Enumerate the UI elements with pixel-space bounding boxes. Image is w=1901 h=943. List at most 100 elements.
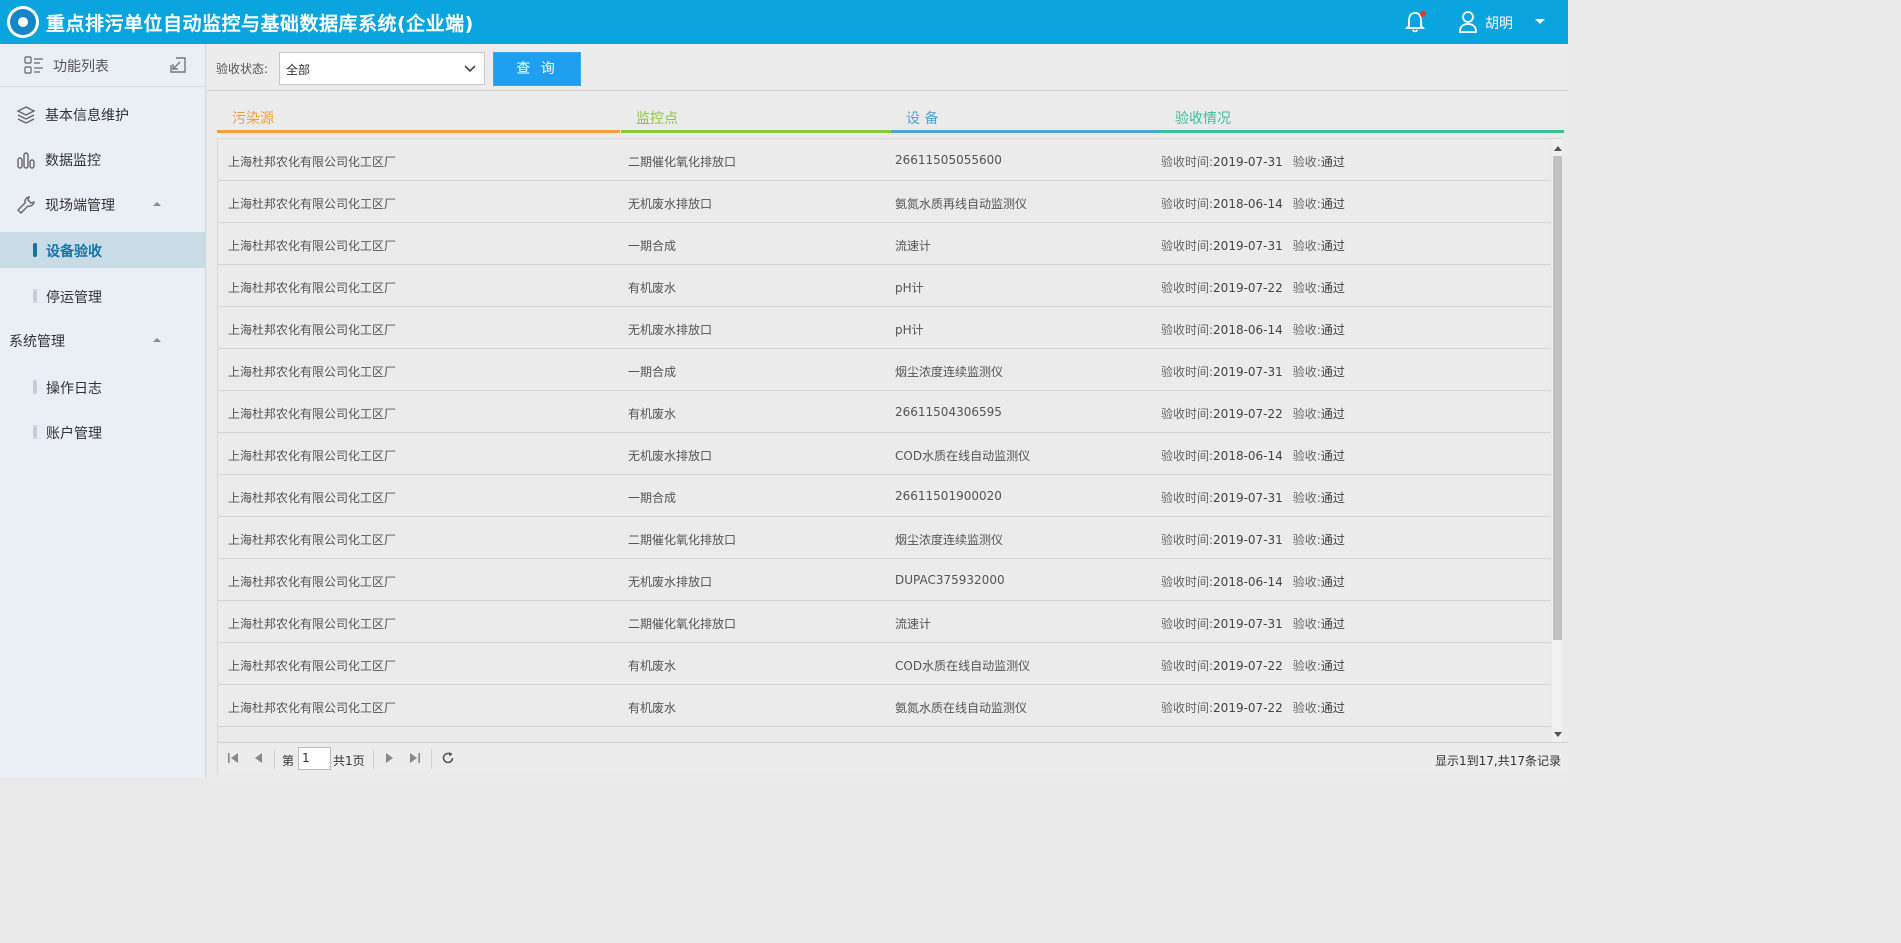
- table-row[interactable]: 上海杜邦农化有限公司化工区厂 无机废水排放口 COD水质在线自动监测仪 验收时间:20…: [218, 433, 1551, 475]
- column-header-label: 污染源: [232, 111, 274, 127]
- acceptance-status: 通过: [1320, 365, 1345, 379]
- sidebar-subitem-label: 操作日志: [46, 381, 102, 397]
- column-underline: [891, 130, 1160, 133]
- query-button[interactable]: 查 询: [493, 52, 581, 86]
- acceptance-time-label: 验收时间:: [1161, 281, 1214, 295]
- cell-acceptance: 验收时间:2019-07-22 验收:通过: [1161, 657, 1345, 674]
- bar-chart-icon: [16, 150, 36, 170]
- sidebar-item-outage-management[interactable]: 停运管理: [0, 278, 206, 314]
- first-page-icon[interactable]: [226, 751, 240, 765]
- cell-source: 上海杜邦农化有限公司化工区厂: [228, 617, 397, 631]
- column-header-device[interactable]: 设 备: [891, 103, 1160, 133]
- sidebar-item-operation-log[interactable]: 操作日志: [0, 369, 206, 405]
- acceptance-status: 通过: [1320, 407, 1345, 421]
- table-row[interactable]: 上海杜邦农化有限公司化工区厂 有机废水 26611504306595 验收时间:201…: [218, 391, 1551, 433]
- cell-device: 氨氮水质在线自动监测仪: [895, 701, 1028, 715]
- cell-source: 上海杜邦农化有限公司化工区厂: [228, 281, 397, 295]
- cell-device: 26611501900020: [895, 489, 1002, 503]
- acceptance-time-label: 验收时间:: [1161, 617, 1214, 631]
- refresh-icon[interactable]: [441, 751, 455, 765]
- item-indicator: [33, 289, 37, 303]
- acceptance-status: 通过: [1320, 323, 1345, 337]
- table-row[interactable]: 上海杜邦农化有限公司化工区厂 一期合成 流速计 验收时间:2019-07-31 验收:通…: [218, 223, 1551, 265]
- acceptance-status: 通过: [1320, 281, 1345, 295]
- item-indicator: [33, 425, 37, 439]
- acceptance-time-label: 验收时间:: [1161, 155, 1214, 169]
- column-header-acceptance[interactable]: 验收情况: [1160, 103, 1564, 133]
- acceptance-status-select[interactable]: 全部: [279, 52, 485, 85]
- vertical-scrollbar[interactable]: [1552, 139, 1562, 742]
- sidebar-item-site-management[interactable]: 现场端管理: [0, 187, 206, 223]
- sidebar-subitem-label: 设备验收: [46, 244, 102, 260]
- prev-page-icon[interactable]: [252, 751, 266, 765]
- page-total: 共1页: [333, 754, 365, 768]
- table-row[interactable]: 上海杜邦农化有限公司化工区厂 有机废水 COD水质在线自动监测仪 验收时间:2019-…: [218, 643, 1551, 685]
- sidebar-item-device-acceptance[interactable]: 设备验收: [0, 232, 206, 268]
- acceptance-status-label: 验收:: [1292, 155, 1321, 169]
- app-header: 重点排污单位自动监控与基础数据库系统(企业端) 胡明: [0, 0, 1568, 44]
- scroll-down-icon[interactable]: [1554, 732, 1562, 737]
- cell-monitor-point: 有机废水: [628, 407, 677, 421]
- cell-source: 上海杜邦农化有限公司化工区厂: [228, 701, 397, 715]
- chevron-up-icon[interactable]: [153, 338, 161, 342]
- cell-device: pH计: [895, 323, 924, 337]
- last-page-icon[interactable]: [408, 751, 422, 765]
- table-row[interactable]: 上海杜邦农化有限公司化工区厂 无机废水排放口 氨氮水质再线自动监测仪 验收时间:201…: [218, 181, 1551, 223]
- acceptance-time: 2019-07-31: [1213, 533, 1283, 547]
- separator: [274, 749, 275, 769]
- cell-source: 上海杜邦农化有限公司化工区厂: [228, 155, 397, 169]
- sidebar-group-system-management[interactable]: 系统管理: [0, 323, 206, 359]
- table-row[interactable]: 上海杜邦农化有限公司化工区厂 有机废水 pH计 验收时间:2019-07-22 验收:通…: [218, 265, 1551, 307]
- cell-monitor-point: 有机废水: [628, 281, 677, 295]
- acceptance-time: 2019-07-31: [1213, 239, 1283, 253]
- user-name[interactable]: 胡明: [1485, 13, 1513, 33]
- sidebar-item-label: 现场端管理: [45, 198, 115, 214]
- acceptance-status-label: 验收:: [1292, 323, 1321, 337]
- column-header-monitor-point[interactable]: 监控点: [621, 103, 891, 133]
- table-row[interactable]: 上海杜邦农化有限公司化工区厂 有机废水 氨氮水质在线自动监测仪 验收时间:2019-0…: [218, 685, 1551, 727]
- sidebar-item-basic-info[interactable]: 基本信息维护: [0, 97, 206, 133]
- acceptance-time: 2019-07-22: [1213, 407, 1283, 421]
- collapse-sidebar-icon[interactable]: [169, 56, 187, 74]
- acceptance-status-label: 验收:: [1292, 281, 1321, 295]
- page-number-input[interactable]: 1: [298, 747, 331, 770]
- column-header-source[interactable]: 污染源: [217, 103, 620, 133]
- cell-device: pH计: [895, 281, 924, 295]
- notification-dot: [1420, 11, 1426, 17]
- chevron-up-icon[interactable]: [153, 202, 161, 206]
- separator: [373, 749, 374, 769]
- item-indicator: [33, 380, 37, 394]
- table-row[interactable]: 上海杜邦农化有限公司化工区厂 二期催化氧化排放口 26611505055600 验收时…: [218, 139, 1551, 181]
- table-row[interactable]: 上海杜邦农化有限公司化工区厂 无机废水排放口 pH计 验收时间:2018-06-14 验…: [218, 307, 1551, 349]
- table-row[interactable]: 上海杜邦农化有限公司化工区厂 二期催化氧化排放口 流速计 验收时间:2019-07-3…: [218, 601, 1551, 643]
- acceptance-time: 2018-06-14: [1213, 323, 1283, 337]
- acceptance-time-label: 验收时间:: [1161, 701, 1214, 715]
- list-icon: [24, 56, 44, 74]
- cell-device: DUPAC375932000: [895, 573, 1005, 587]
- next-page-icon[interactable]: [382, 751, 396, 765]
- cell-monitor-point: 二期催化氧化排放口: [628, 617, 737, 631]
- table-row[interactable]: 上海杜邦农化有限公司化工区厂 一期合成 26611501900020 验收时间:201…: [218, 475, 1551, 517]
- acceptance-time-label: 验收时间:: [1161, 407, 1214, 421]
- scroll-up-icon[interactable]: [1554, 146, 1562, 151]
- separator: [431, 749, 432, 769]
- acceptance-status-label: 验收:: [1292, 491, 1321, 505]
- user-icon[interactable]: [1458, 10, 1480, 34]
- acceptance-time-label: 验收时间:: [1161, 323, 1214, 337]
- scroll-thumb[interactable]: [1553, 156, 1562, 640]
- cell-acceptance: 验收时间:2019-07-31 验收:通过: [1161, 237, 1345, 254]
- cell-source: 上海杜邦农化有限公司化工区厂: [228, 449, 397, 463]
- app-title: 重点排污单位自动监控与基础数据库系统(企业端): [46, 13, 474, 35]
- acceptance-time-label: 验收时间:: [1161, 197, 1214, 211]
- cell-device: 26611505055600: [895, 153, 1002, 167]
- table-row[interactable]: 上海杜邦农化有限公司化工区厂 无机废水排放口 DUPAC375932000 验收时间:…: [218, 559, 1551, 601]
- acceptance-time: 2018-06-14: [1213, 197, 1283, 211]
- table-row[interactable]: 上海杜邦农化有限公司化工区厂 二期催化氧化排放口 烟尘浓度连续监测仪 验收时间:201…: [218, 517, 1551, 559]
- table-row[interactable]: 上海杜邦农化有限公司化工区厂 一期合成 烟尘浓度连续监测仪 验收时间:2019-07-…: [218, 349, 1551, 391]
- sidebar-item-data-monitor[interactable]: 数据监控: [0, 142, 206, 178]
- chevron-down-icon[interactable]: [1535, 19, 1545, 24]
- acceptance-time: 2019-07-31: [1213, 617, 1283, 631]
- acceptance-time-label: 验收时间:: [1161, 449, 1214, 463]
- sidebar-item-account-management[interactable]: 账户管理: [0, 414, 206, 450]
- bell-icon[interactable]: [1404, 10, 1426, 34]
